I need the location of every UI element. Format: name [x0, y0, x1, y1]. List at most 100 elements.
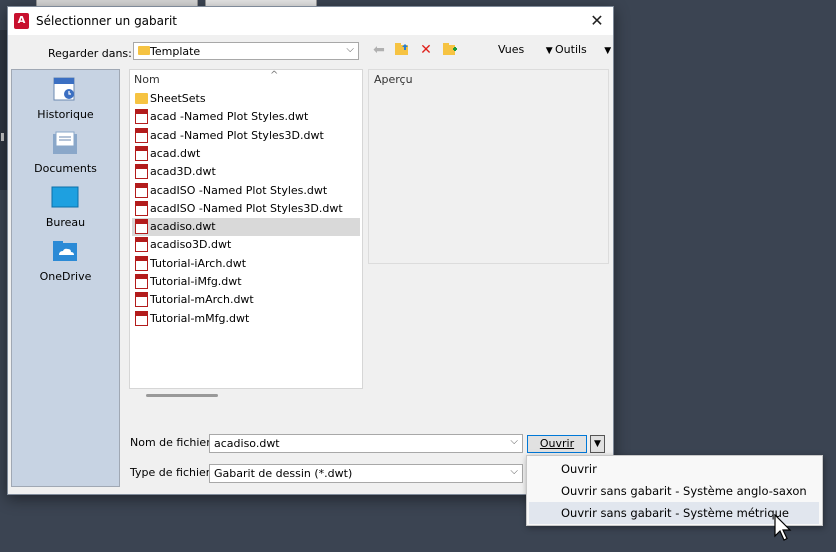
file-list-row[interactable]: acad -Named Plot Styles3D.dwt	[132, 127, 360, 145]
dwt-file-icon	[135, 182, 148, 198]
file-name: acadiso.dwt	[150, 220, 216, 234]
file-list-row[interactable]: acadISO -Named Plot Styles3D.dwt	[132, 200, 360, 218]
folder-icon	[135, 93, 148, 104]
history-icon	[53, 77, 75, 101]
file-list-row[interactable]: acadiso.dwt	[132, 218, 360, 237]
file-name: Tutorial-mArch.dwt	[150, 293, 254, 307]
title-bar: A Sélectionner un gabarit ✕	[8, 7, 613, 35]
dwt-file-icon	[135, 292, 148, 308]
file-name: acad3D.dwt	[150, 165, 216, 179]
file-name: acad -Named Plot Styles.dwt	[150, 110, 309, 124]
folder-up-icon	[395, 43, 408, 55]
new-folder-button[interactable]	[441, 42, 459, 58]
tools-label: Outils	[555, 43, 587, 56]
delete-button[interactable]: ✕	[417, 42, 435, 58]
place-label: Historique	[37, 108, 94, 121]
file-list-row[interactable]: SheetSets	[132, 90, 360, 108]
views-menu[interactable]: Vues ▼	[498, 43, 553, 56]
file-name: acadiso3D.dwt	[150, 238, 232, 252]
background-mark	[1, 133, 4, 141]
file-list-row[interactable]: acad.dwt	[132, 145, 360, 163]
file-name: acadISO -Named Plot Styles3D.dwt	[150, 201, 343, 215]
chevron-down-icon: ⌵	[346, 44, 354, 55]
dwt-file-icon	[135, 127, 148, 143]
filetype-value: Gabarit de dessin (*.dwt)	[214, 467, 353, 480]
views-label: Vues	[498, 43, 525, 56]
back-arrow-icon[interactable]: ⬅	[370, 42, 388, 58]
name-column-label: Nom	[134, 73, 160, 86]
autocad-app-icon: A	[14, 13, 29, 29]
look-in-combo[interactable]: Template ⌵	[133, 42, 359, 60]
file-list-row[interactable]: acadiso3D.dwt	[132, 236, 360, 254]
filetype-label: Type de fichier:	[130, 466, 214, 479]
look-in-label: Regarder dans:	[48, 47, 132, 60]
tools-menu[interactable]: Outils ▼	[555, 43, 611, 56]
dwt-file-icon	[135, 109, 148, 125]
place-onedrive[interactable]: OneDrive	[12, 238, 119, 290]
tools-dropdown-icon: ▼	[604, 46, 612, 56]
file-name: Tutorial-iArch.dwt	[150, 256, 247, 270]
dwt-file-icon	[135, 255, 148, 271]
up-folder-button[interactable]	[393, 42, 411, 58]
file-list-row[interactable]: acad3D.dwt	[132, 163, 360, 181]
file-list-row[interactable]: Tutorial-iArch.dwt	[132, 255, 360, 273]
file-name: Tutorial-mMfg.dwt	[150, 311, 250, 325]
file-name: SheetSets	[150, 92, 206, 105]
filetype-combo[interactable]: Gabarit de dessin (*.dwt) ⌵	[209, 464, 523, 483]
views-dropdown-icon: ▼	[545, 46, 553, 56]
folder-icon	[138, 46, 150, 55]
select-template-dialog: A Sélectionner un gabarit ✕ Regarder dan…	[7, 6, 614, 495]
dwt-file-icon	[135, 219, 148, 235]
documents-icon	[53, 131, 77, 154]
file-name: acad -Named Plot Styles3D.dwt	[150, 128, 324, 142]
file-list-row[interactable]: Tutorial-iMfg.dwt	[132, 273, 360, 291]
dwt-file-icon	[135, 274, 148, 289]
preview-pane	[368, 69, 609, 264]
menu-item-label: Ouvrir	[561, 462, 597, 476]
menu-item-open[interactable]: Ouvrir	[529, 458, 819, 480]
open-button-label: Ouvrir	[539, 437, 575, 450]
dwt-file-icon	[135, 237, 148, 253]
place-label: Documents	[34, 162, 97, 175]
look-in-value: Template	[150, 45, 201, 58]
dwt-file-icon	[135, 310, 148, 326]
file-name: Tutorial-iMfg.dwt	[150, 275, 242, 288]
delete-x-icon: ✕	[420, 42, 432, 58]
place-label: OneDrive	[39, 270, 92, 283]
open-button[interactable]: Ouvrir	[527, 435, 587, 453]
dropdown-arrow-icon: ▼	[594, 439, 601, 449]
place-bureau[interactable]: Bureau	[12, 184, 119, 236]
chevron-down-icon: ⌵	[510, 436, 518, 447]
file-list-row[interactable]: Tutorial-mMfg.dwt	[132, 310, 360, 328]
sort-ascending-icon: ^	[270, 70, 279, 81]
onedrive-icon	[53, 241, 77, 261]
dialog-title: Sélectionner un gabarit	[36, 14, 177, 28]
place-historique[interactable]: Historique	[12, 76, 119, 128]
file-list-row[interactable]: acadISO -Named Plot Styles.dwt	[132, 182, 360, 200]
background-panel	[0, 30, 7, 190]
place-documents[interactable]: Documents	[12, 130, 119, 182]
close-button[interactable]: ✕	[587, 11, 607, 31]
menu-item-label: Ouvrir sans gabarit - Système anglo-saxo…	[561, 484, 807, 498]
horizontal-scrollbar[interactable]	[146, 394, 218, 397]
file-name: acad.dwt	[150, 146, 201, 160]
chevron-down-icon: ⌵	[510, 466, 518, 477]
filename-value: acadiso.dwt	[214, 437, 280, 450]
menu-item-label: Ouvrir sans gabarit - Système métrique	[561, 506, 790, 520]
name-column-header[interactable]: Nom	[134, 73, 160, 86]
menu-item-open-imperial[interactable]: Ouvrir sans gabarit - Système anglo-saxo…	[529, 480, 819, 502]
open-dropdown-button[interactable]: ▼	[590, 435, 605, 453]
file-list-row[interactable]: Tutorial-mArch.dwt	[132, 291, 360, 309]
new-folder-icon	[443, 43, 457, 55]
dwt-file-icon	[135, 200, 148, 216]
dwt-file-icon	[135, 145, 148, 161]
mouse-cursor-icon	[774, 514, 792, 541]
close-icon: ✕	[590, 11, 604, 30]
file-list[interactable]: Nom ^ SheetSets acad -Named Plot Styles.d…	[129, 69, 363, 397]
place-label: Bureau	[45, 216, 86, 229]
preview-label: Aperçu	[374, 73, 413, 86]
places-bar: Historique Documents Bureau OneDrive	[11, 69, 120, 487]
file-list-row[interactable]: acad -Named Plot Styles.dwt	[132, 108, 360, 126]
filename-label: Nom de fichier:	[130, 436, 215, 449]
filename-combo[interactable]: acadiso.dwt ⌵	[209, 434, 523, 453]
